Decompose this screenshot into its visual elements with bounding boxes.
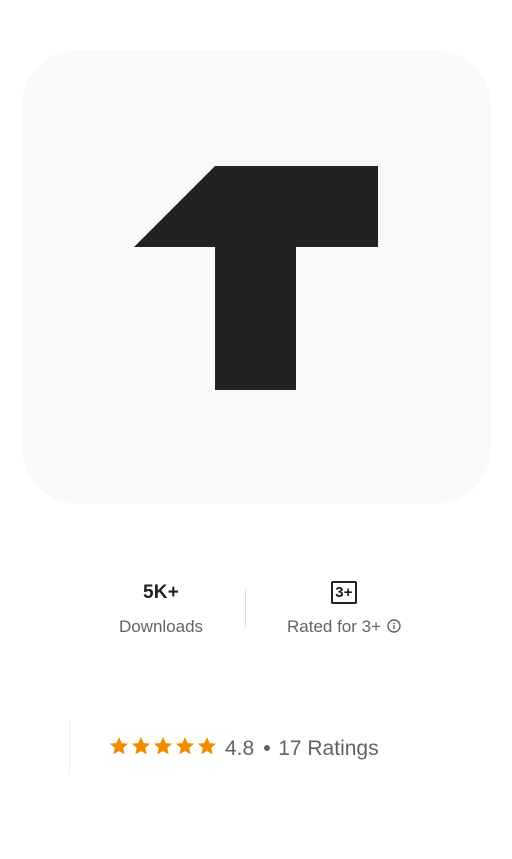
content-rating-stat[interactable]: 3+ Rated for 3+: [268, 578, 420, 638]
t-logo-shape: [134, 166, 378, 390]
rating-stars: [108, 735, 218, 759]
content-rating-value: 3+: [268, 578, 420, 608]
rating-score: 4.8: [225, 737, 255, 760]
info-icon[interactable]: [387, 619, 401, 633]
star-icon: [153, 737, 173, 755]
app-stats-row: 5K+ Downloads 3+ Rated for 3+: [0, 578, 512, 642]
t-logo-icon: [134, 166, 378, 390]
ratings-left-rule: [69, 720, 70, 774]
star-icon: [131, 737, 151, 755]
downloads-value: 5K+: [143, 582, 179, 603]
rating-summary[interactable]: 4.8 17 Ratings: [225, 735, 379, 763]
content-rating-label: Rated for 3+: [286, 617, 382, 636]
content-rating-badge: 3+: [331, 581, 357, 605]
star-icon: [175, 737, 195, 755]
stats-divider: [245, 590, 246, 627]
ratings-count: 17 Ratings: [278, 737, 379, 760]
star-icon: [109, 737, 129, 755]
star-icon: [197, 737, 217, 755]
separator-dot: [264, 745, 271, 752]
downloads-stat: 5K+ Downloads: [100, 578, 222, 638]
downloads-label: Downloads: [118, 617, 204, 636]
content-rating-label-row: Rated for 3+: [268, 616, 420, 638]
